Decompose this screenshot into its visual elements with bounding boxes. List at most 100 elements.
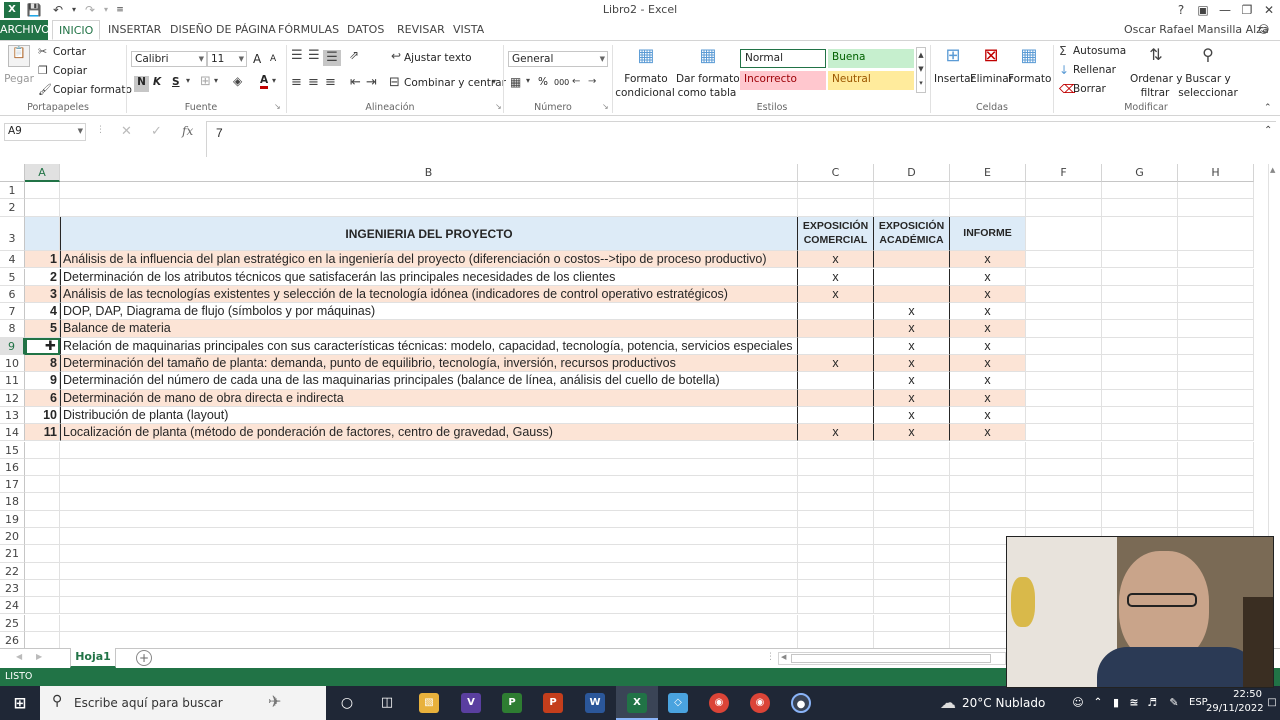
- cell-b17[interactable]: [60, 476, 798, 494]
- cut-icon[interactable]: ✂: [38, 45, 47, 58]
- cell-b7[interactable]: DOP, DAP, Diagrama de flujo (símbolos y …: [60, 303, 798, 321]
- sort-filter-button-line2[interactable]: filtrar: [1130, 87, 1180, 99]
- cell-f4[interactable]: [1026, 251, 1102, 269]
- format-cells-icon[interactable]: ▦: [1018, 45, 1040, 71]
- cell-e15[interactable]: [950, 441, 1026, 459]
- tab-vista[interactable]: VISTA: [447, 20, 490, 40]
- row-header-23[interactable]: 23: [0, 579, 25, 598]
- thousands-button[interactable]: 000: [554, 78, 569, 87]
- tab-diseno-pagina[interactable]: DISEÑO DE PÁGINA: [164, 20, 282, 40]
- tab-insertar[interactable]: INSERTAR: [102, 20, 167, 40]
- merge-dropdown-icon[interactable]: ▾: [492, 77, 496, 86]
- cell-a3[interactable]: [25, 216, 60, 252]
- row-header-13[interactable]: 13: [0, 406, 25, 425]
- weather-cloud-icon[interactable]: ☁: [938, 693, 958, 713]
- cell-c26[interactable]: [798, 631, 874, 648]
- cell-a18[interactable]: [25, 493, 60, 511]
- italic-button[interactable]: K: [153, 76, 161, 88]
- table-format-button-line1[interactable]: Dar formato: [676, 73, 740, 85]
- borders-dropdown-icon[interactable]: ▾: [214, 76, 218, 85]
- cell-d16[interactable]: [874, 458, 950, 477]
- cell-h15[interactable]: [1178, 441, 1254, 459]
- tab-revisar[interactable]: REVISAR: [391, 20, 451, 40]
- number-format-combo[interactable]: General ▼: [508, 51, 608, 67]
- conditional-format-button-line1[interactable]: Formato: [616, 73, 676, 85]
- pen-icon[interactable]: ✎: [1164, 693, 1184, 713]
- underline-button[interactable]: S: [172, 76, 180, 88]
- row-header-22[interactable]: 22: [0, 562, 25, 580]
- cell-d6[interactable]: [874, 285, 950, 304]
- table-format-button-line2[interactable]: como tabla: [674, 87, 740, 99]
- clock-time[interactable]: 22:50: [1222, 689, 1262, 700]
- cell-a21[interactable]: [25, 545, 60, 563]
- row-header-7[interactable]: 7: [0, 303, 25, 321]
- new-sheet-icon[interactable]: +: [136, 650, 152, 666]
- cell-h8[interactable]: [1178, 320, 1254, 338]
- cell-c17[interactable]: [798, 476, 874, 494]
- column-header-cell-d[interactable]: EXPOSICIÓN ACADÉMICA: [874, 216, 950, 252]
- task-view-icon[interactable]: ◫: [377, 693, 397, 713]
- cell-d23[interactable]: [874, 579, 950, 598]
- cell-d10[interactable]: x: [874, 355, 950, 373]
- chrome-profile-icon[interactable]: ◉: [750, 693, 770, 713]
- cell-g9[interactable]: [1102, 337, 1178, 355]
- expand-formula-bar-icon[interactable]: ⌃: [1264, 125, 1272, 136]
- underline-dropdown-icon[interactable]: ▾: [186, 76, 190, 85]
- increase-indent-icon[interactable]: ⇥: [366, 75, 377, 90]
- cell-a10[interactable]: 8: [25, 355, 60, 373]
- horizontal-scrollbar[interactable]: ◀: [778, 652, 1006, 665]
- cell-c5[interactable]: x: [798, 268, 874, 286]
- number-launcher-icon[interactable]: ↘: [602, 102, 609, 111]
- cell-c11[interactable]: [798, 372, 874, 390]
- cell-e13[interactable]: x: [950, 406, 1026, 425]
- cell-a19[interactable]: [25, 510, 60, 528]
- cell-c16[interactable]: [798, 458, 874, 477]
- style-normal[interactable]: Normal: [740, 49, 826, 68]
- find-select-button-line1[interactable]: Buscar y: [1184, 73, 1232, 85]
- cell-c9[interactable]: [798, 337, 874, 355]
- currency-icon[interactable]: ▦: [510, 75, 521, 89]
- weather-text[interactable]: 20°C Nublado: [962, 696, 1045, 710]
- cell-d15[interactable]: [874, 441, 950, 459]
- cell-e14[interactable]: x: [950, 424, 1026, 442]
- cell-c6[interactable]: x: [798, 285, 874, 304]
- cell-a1[interactable]: [25, 182, 60, 200]
- wrap-text-icon[interactable]: ↩: [391, 49, 401, 63]
- confirm-entry-icon[interactable]: ✓: [151, 124, 162, 139]
- paste-icon[interactable]: 📋: [8, 45, 30, 67]
- cell-g16[interactable]: [1102, 458, 1178, 477]
- cell-g4[interactable]: [1102, 251, 1178, 269]
- cell-g10[interactable]: [1102, 355, 1178, 373]
- taskbar-search-box[interactable]: ⚲ Escribe aquí para buscar ✈: [40, 686, 326, 720]
- shrink-font-button[interactable]: A: [270, 54, 276, 64]
- style-neutral[interactable]: Neutral: [828, 71, 914, 90]
- cell-a16[interactable]: [25, 458, 60, 477]
- increase-decimal-icon[interactable]: ←: [572, 76, 580, 87]
- volume-icon[interactable]: ♬: [1142, 693, 1162, 713]
- cell-b5[interactable]: Determinación de los atributos técnicos …: [60, 268, 798, 286]
- cell-b20[interactable]: [60, 528, 798, 546]
- cell-a5[interactable]: 2: [25, 268, 60, 286]
- style-good[interactable]: Buena: [828, 49, 914, 68]
- delete-cells-button[interactable]: Eliminar: [970, 73, 1013, 85]
- tab-inicio[interactable]: INICIO: [52, 20, 101, 40]
- row-header-14[interactable]: 14: [0, 424, 25, 442]
- table-format-icon[interactable]: ▦: [694, 45, 722, 73]
- column-header-g[interactable]: G: [1102, 164, 1178, 182]
- cell-d4[interactable]: [874, 251, 950, 269]
- cell-c19[interactable]: [798, 510, 874, 528]
- row-header-17[interactable]: 17: [0, 476, 25, 494]
- row-header-11[interactable]: 11: [0, 372, 25, 390]
- cell-a13[interactable]: 10: [25, 406, 60, 425]
- cell-e18[interactable]: [950, 493, 1026, 511]
- cancel-entry-icon[interactable]: ✕: [121, 124, 132, 139]
- cell-g14[interactable]: [1102, 424, 1178, 442]
- cell-e7[interactable]: x: [950, 303, 1026, 321]
- cell-c18[interactable]: [798, 493, 874, 511]
- font-name-combo[interactable]: Calibri ▼: [131, 51, 207, 67]
- column-header-d[interactable]: D: [874, 164, 950, 182]
- cell-f15[interactable]: [1026, 441, 1102, 459]
- minimize-icon[interactable]: —: [1214, 1, 1236, 19]
- merge-center-icon[interactable]: ⊟: [389, 75, 400, 90]
- cell-d14[interactable]: x: [874, 424, 950, 442]
